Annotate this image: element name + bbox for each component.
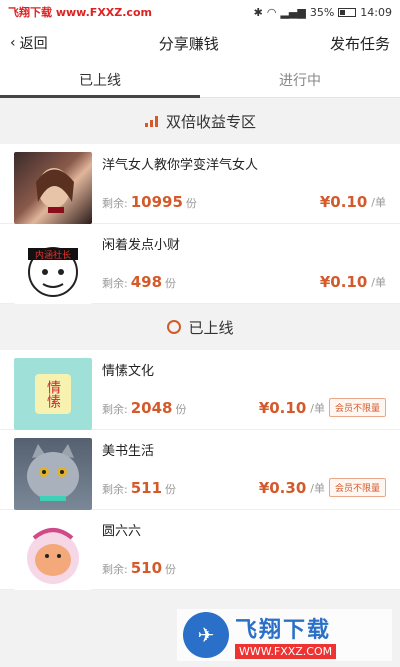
section-title: 双倍收益专区 — [165, 112, 256, 131]
task-price: ¥0.30 — [258, 478, 307, 497]
bar-chart-icon — [144, 116, 158, 127]
task-title: 美书生活 — [102, 444, 155, 459]
task-title: 闲着发点小财 — [102, 238, 181, 253]
publish-task-button[interactable]: 发布任务 — [330, 33, 390, 54]
battery-percent: 35% — [309, 5, 335, 19]
double-income-section-header: 双倍收益专区 — [0, 98, 400, 144]
status-bar: 飞翔下载 www.FXXZ.com ✱ ◠ ▂▄▆ 35% 14:09 — [0, 0, 400, 24]
cat-icon — [27, 444, 79, 501]
remain-label: 剩余: — [102, 277, 128, 290]
task-thumbnail — [14, 152, 92, 224]
online-section-header: 已上线 — [0, 304, 400, 350]
task-card[interactable]: 情愫 情愫文化 剩余: 2048 份 ¥0.10 /单 会员不限量 — [0, 350, 400, 430]
tab-bar: 已上线 进行中 — [0, 62, 400, 98]
task-price: ¥0.10 — [319, 273, 368, 291]
woman-portrait-icon — [36, 168, 74, 213]
remain-unit: 份 — [175, 403, 187, 416]
status-icons: ✱ ◠ ▂▄▆ 35% 14:09 — [254, 6, 392, 19]
top-watermark: 飞翔下载 www.FXXZ.com — [8, 6, 152, 19]
battery-icon — [338, 7, 357, 17]
task-title: 洋气女人教你学变洋气女人 — [102, 158, 259, 173]
tab-in-progress[interactable]: 进行中 — [200, 62, 400, 97]
member-unlimited-badge: 会员不限量 — [328, 398, 386, 417]
back-label: 返回 — [19, 36, 48, 52]
chevron-left-icon: ‹ — [10, 35, 16, 51]
section-title: 已上线 — [188, 318, 234, 337]
remain-count: 10995 — [130, 193, 183, 211]
watermark-logo-icon: ✈ — [183, 612, 229, 658]
task-thumbnail: 内涵社长 — [14, 232, 92, 304]
task-card[interactable]: 圆六六 剩余: 510 份 — [0, 510, 400, 590]
cartoon-character-icon — [27, 528, 79, 584]
page-title: 分享赚钱 — [158, 34, 219, 53]
task-thumbnail — [14, 438, 92, 510]
remain-label: 剩余: — [102, 403, 128, 416]
remain-label: 剩余: — [102, 483, 128, 496]
watermark-url: WWW.FXXZ.COM — [235, 643, 337, 659]
remain-count: 498 — [130, 273, 163, 291]
member-unlimited-badge: 会员不限量 — [328, 478, 386, 497]
thumbnail-text: 情愫 — [35, 374, 71, 414]
remain-label: 剩余: — [102, 563, 128, 576]
svg-text:内涵社长: 内涵社长 — [35, 249, 71, 261]
signal-icon: ▂▄▆ — [280, 5, 306, 19]
task-title: 圆六六 — [102, 524, 142, 539]
bluetooth-icon: ✱ — [253, 5, 263, 19]
circle-icon — [167, 320, 182, 334]
remain-label: 剩余: — [102, 197, 128, 210]
clock: 14:09 — [360, 5, 392, 19]
task-card[interactable]: 洋气女人教你学变洋气女人 剩余: 10995 份 ¥0.10 /单 — [0, 144, 400, 224]
remain-count: 511 — [130, 479, 163, 497]
price-unit: /单 — [310, 481, 325, 495]
meme-face-icon: 内涵社长 — [28, 247, 78, 297]
nav-bar: ‹ 返回 分享赚钱 发布任务 — [0, 24, 400, 62]
watermark-title: 飞翔下载 — [235, 617, 332, 643]
wifi-icon: ◠ — [266, 5, 277, 19]
task-thumbnail — [14, 518, 92, 590]
remain-count: 2048 — [130, 399, 173, 417]
price-unit: /单 — [371, 196, 386, 209]
remain-unit: 份 — [185, 197, 197, 210]
price-unit: /单 — [371, 276, 386, 289]
bottom-watermark: ✈ 飞翔下载 WWW.FXXZ.COM — [177, 609, 392, 661]
task-card[interactable]: 美书生活 剩余: 511 份 ¥0.30 /单 会员不限量 — [0, 430, 400, 510]
task-price: ¥0.10 — [319, 193, 368, 211]
remain-unit: 份 — [165, 483, 177, 496]
task-title: 情愫文化 — [102, 364, 155, 379]
back-button[interactable]: ‹ 返回 — [10, 33, 48, 53]
remain-unit: 份 — [165, 277, 177, 290]
tab-online[interactable]: 已上线 — [0, 62, 200, 98]
task-price: ¥0.10 — [258, 398, 307, 417]
task-thumbnail: 情愫 — [14, 358, 92, 430]
task-card[interactable]: 内涵社长 闲着发点小财 剩余: 498 份 ¥0.10 /单 — [0, 224, 400, 304]
remain-count: 510 — [130, 559, 163, 577]
price-unit: /单 — [310, 401, 325, 415]
remain-unit: 份 — [165, 563, 177, 576]
